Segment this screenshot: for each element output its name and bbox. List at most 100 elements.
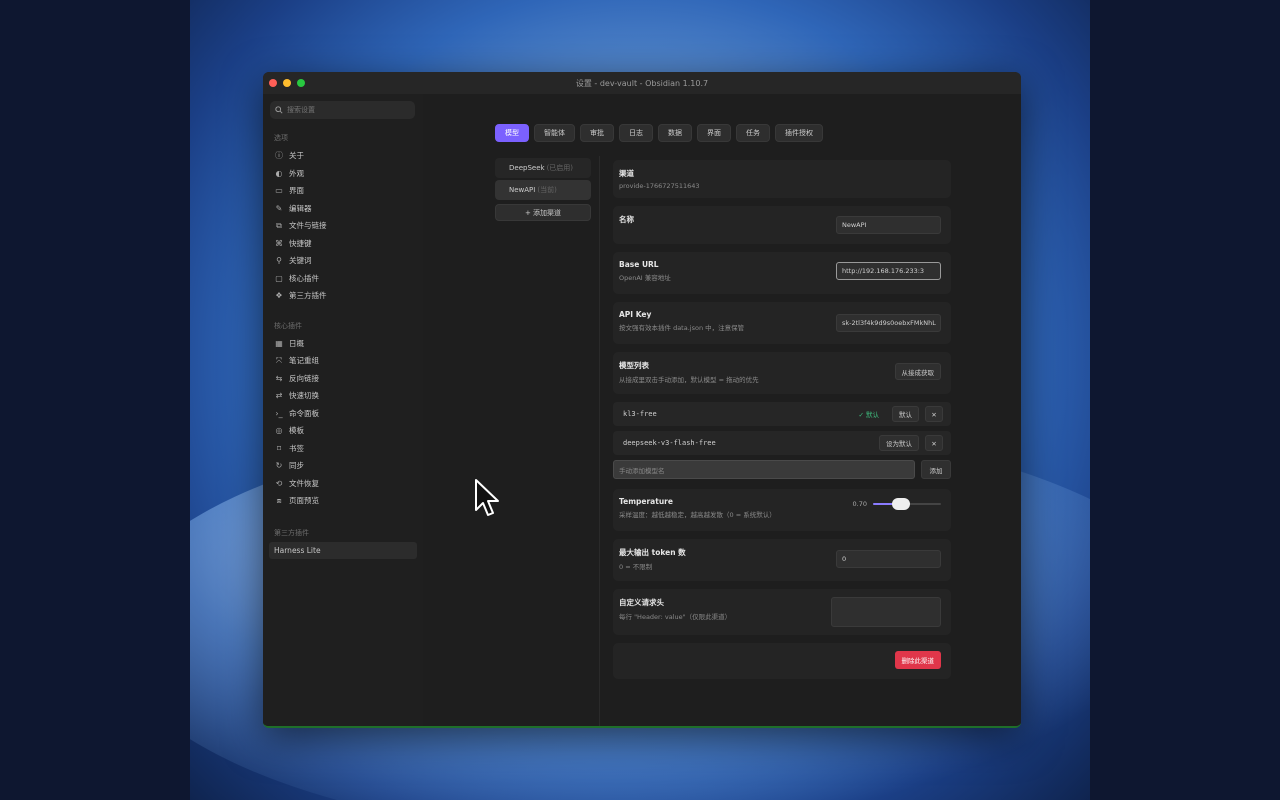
sidebar-item-daily[interactable]: ▦ 日概 [263,335,423,353]
delete-provider-button[interactable]: 删除此渠道 [894,651,941,669]
slider-thumb[interactable] [892,498,910,510]
puzzle-icon: ❖ [275,291,283,301]
sidebar-item-label: 页面预览 [289,496,319,506]
calendar-icon: ▦ [275,338,283,348]
max-tokens-input[interactable]: 0 [836,550,941,568]
search-icon [275,106,283,114]
sidebar-item-backlinks[interactable]: ⇆ 反向链接 [263,370,423,388]
search-icon: ⚲ [276,256,282,266]
custom-headers-setting: 自定义请求头 每行 "Header: value"（仅限此渠道） [613,589,951,635]
base-url-input[interactable]: http://192.168.176.233:3 [836,262,941,280]
tab-interface[interactable]: 界面 [697,124,731,142]
sidebar-item-label: Harness Lite [274,545,321,555]
close-icon: ✕ [931,409,937,419]
add-model-row: 手动添加模型名 添加 [613,460,951,479]
provider-item-deepseek[interactable]: DeepSeek (已启用) [495,158,591,178]
sidebar-item-hotkeys[interactable]: ⌘ 快捷键 [263,235,423,253]
switch-icon: ⇄ [275,391,283,401]
set-default-button[interactable]: 设为默认 [879,435,919,451]
close-icon: ✕ [931,438,937,448]
sidebar-item-interface[interactable]: ▭ 界面 [263,182,423,200]
pencil-icon: ✎ [275,203,283,213]
sidebar-item-files-links[interactable]: ⧉ 文件与链接 [263,217,423,235]
appearance-icon: ◐ [275,168,283,178]
sidebar-item-community-plugins[interactable]: ❖ 第三方插件 [263,287,423,305]
bookmark-icon: ⌑ [276,443,282,453]
sidebar-item-label: 第三方插件 [289,291,327,301]
link-icon: ⧉ [276,220,282,230]
provider-status: (已启用) [546,164,574,172]
add-provider-button[interactable]: + 添加渠道 [495,204,591,221]
add-model-button[interactable]: 添加 [921,460,951,479]
settings-search[interactable] [270,101,415,119]
sidebar-item-label: 界面 [289,186,304,196]
restore-icon: ⟲ [275,478,283,488]
remove-model-button[interactable]: ✕ [925,406,943,422]
sidebar-item-editor[interactable]: ✎ 编辑器 [263,200,423,218]
settings-content: 模型 智能体 审批 日志 数据 界面 任务 插件授权 DeepSeek (已启用)… [423,94,1021,726]
titlebar: 设置 - dev-vault - Obsidian 1.10.7 [263,72,1021,94]
temperature-slider[interactable] [873,498,941,510]
delete-provider-row: 删除此渠道 [613,643,951,679]
sidebar-item-page-preview[interactable]: ⧈ 页面预览 [263,492,423,510]
third-party-heading: 第三方插件 [274,528,309,537]
tab-agents[interactable]: 智能体 [534,124,575,142]
provider-name: NewAPI [509,186,536,194]
sidebar-item-templates[interactable]: ◎ 模板 [263,422,423,440]
sidebar-item-keywords[interactable]: ⚲ 关键词 [263,252,423,270]
model-list-setting: 模型列表 从接成里双击手动添加，默认模型 = 拖动的优先 从接成获取 [613,352,951,394]
sidebar-item-command-palette[interactable]: ›_ 命令面板 [263,405,423,423]
sidebar-item-label: 同步 [289,461,304,471]
name-setting: 名称 NewAPI [613,206,951,244]
settings-sidebar: 选项 ⓘ 关于 ◐ 外观 ▭ 界面 ✎ 编辑器 ⧉ 文件与链接 ⌘ 快捷键 ⚲ 关键词 ▢ 核心… [263,94,423,726]
max-tokens-setting: 最大输出 token 数 0 = 不限制 0 [613,539,951,581]
provider-card-title: 渠道 [619,169,634,178]
provider-id: provide-1766727511643 [619,182,700,190]
tab-approval[interactable]: 审批 [580,124,614,142]
api-key-input[interactable]: sk-2tl3f4k9d9s0oebxFMkNhL [836,314,941,332]
tab-tasks[interactable]: 任务 [736,124,770,142]
sidebar-item-label: 笔记重组 [289,356,319,366]
sidebar-item-label: 书签 [289,443,304,453]
command-icon: ⌘ [275,238,283,248]
sidebar-item-note-composer[interactable]: ⤧ 笔记重组 [263,352,423,370]
terminal-icon: ›_ [275,408,283,418]
sidebar-item-appearance[interactable]: ◐ 外观 [263,165,423,183]
tab-data[interactable]: 数据 [658,124,692,142]
sidebar-item-label: 编辑器 [289,203,312,213]
default-badge: ✓ 默认 [858,411,879,419]
sidebar-item-label: 命令面板 [289,408,319,418]
sidebar-item-core-plugins[interactable]: ▢ 核心插件 [263,270,423,288]
sidebar-item-quick-switcher[interactable]: ⇄ 快速切换 [263,387,423,405]
api-key-setting: API Key 按文强有效本插件 data.json 中，注意保管 sk-2tl… [613,302,951,344]
tab-models[interactable]: 模型 [495,124,529,142]
add-model-input[interactable]: 手动添加模型名 [613,460,915,479]
sidebar-item-about[interactable]: ⓘ 关于 [263,147,423,165]
default-button[interactable]: 默认 [892,406,919,422]
remove-model-button[interactable]: ✕ [925,435,943,451]
column-divider [599,156,600,726]
name-input[interactable]: NewAPI [836,216,941,234]
tab-plugin-auth[interactable]: 插件授权 [775,124,823,142]
provider-settings: 渠道 provide-1766727511643 名称 NewAPI Base … [613,160,951,687]
temperature-desc: 采样温度：越低越稳定，越高越发散（0 = 系统默认） [619,511,776,519]
sidebar-item-label: 文件恢复 [289,478,319,488]
model-row: kl3-free ✓ 默认 默认 ✕ [613,402,951,426]
sidebar-item-label: 日概 [289,338,304,348]
sidebar-item-file-recovery[interactable]: ⟲ 文件恢复 [263,475,423,493]
model-id: deepseek-v3-flash-free [623,439,716,447]
tab-logs[interactable]: 日志 [619,124,653,142]
custom-headers-textarea[interactable] [831,597,941,627]
options-heading: 选项 [274,134,288,142]
provider-id-card: 渠道 provide-1766727511643 [613,160,951,198]
sidebar-item-label: 快速切换 [289,391,319,401]
sidebar-item-label: 外观 [289,168,304,178]
settings-search-input[interactable] [287,106,397,114]
sidebar-item-bookmarks[interactable]: ⌑ 书签 [263,440,423,458]
provider-status: (当前) [537,186,557,194]
sidebar-item-harness-lite[interactable]: Harness Lite [269,541,417,559]
sidebar-item-sync[interactable]: ↻ 同步 [263,457,423,475]
window-title: 设置 - dev-vault - Obsidian 1.10.7 [575,79,709,88]
provider-item-newapi[interactable]: NewAPI (当前) [495,180,591,200]
fetch-models-button[interactable]: 从接成获取 [894,363,941,380]
